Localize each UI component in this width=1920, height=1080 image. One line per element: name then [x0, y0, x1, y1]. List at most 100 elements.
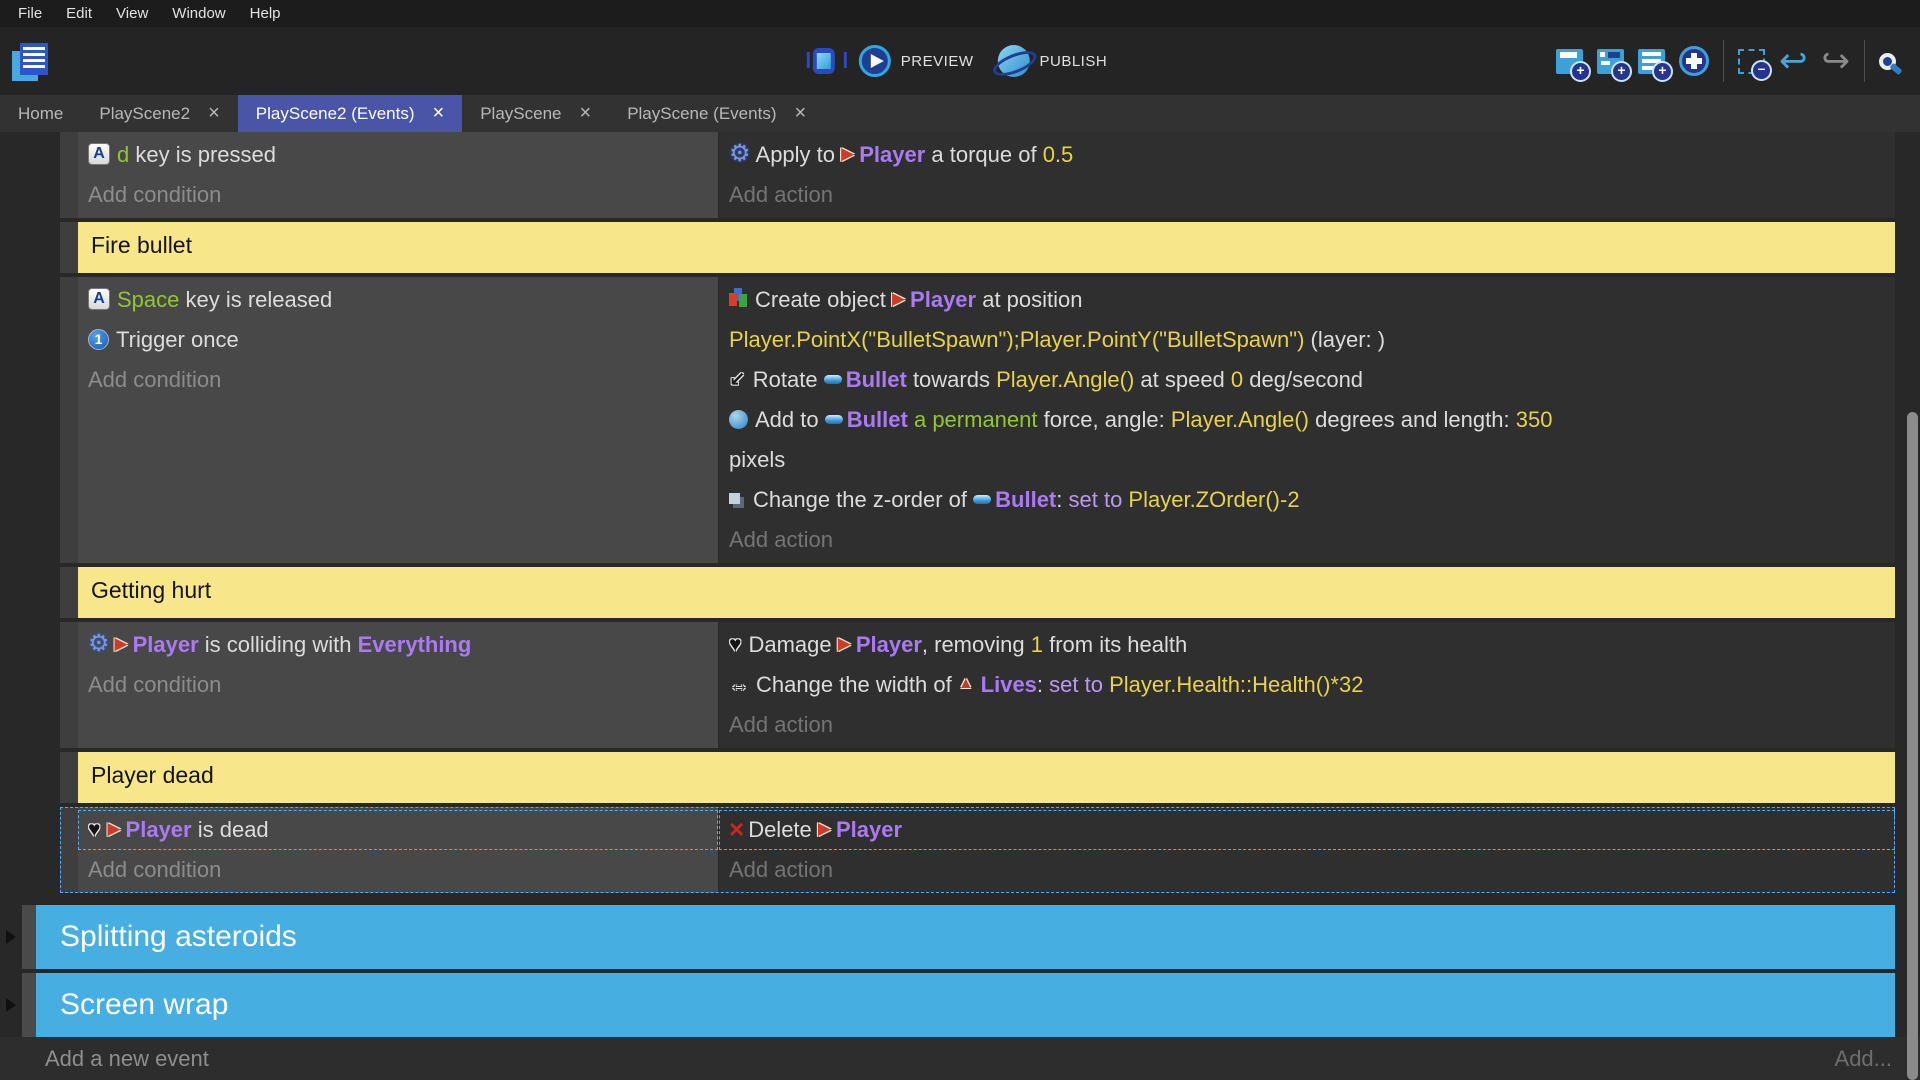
comment-text[interactable]: Player dead — [78, 752, 1895, 803]
delete-selection-icon[interactable] — [1738, 49, 1765, 74]
text-segment: Player — [126, 817, 192, 842]
tab-playscene[interactable]: PlayScene × — [462, 95, 609, 132]
condition-line[interactable]: ♥▶Player is dead — [78, 810, 718, 850]
add-subevent-icon[interactable] — [1597, 49, 1624, 74]
text-segment: key is released — [179, 287, 332, 312]
action-line[interactable]: ↙Rotate Bullet towards Player.Angle() at… — [719, 360, 1895, 400]
undo-icon[interactable]: ↩ — [1779, 46, 1808, 76]
add-comment-icon[interactable] — [1638, 49, 1665, 74]
add-condition-placeholder[interactable]: Add condition — [78, 665, 718, 705]
add-action-placeholder[interactable]: Add action — [719, 705, 1895, 745]
text-segment: Player.PointX("BulletSpawn");Player.Poin… — [729, 327, 1304, 352]
comment-getting-hurt: Getting hurt — [60, 567, 1895, 618]
publish-button[interactable]: PUBLISH — [997, 45, 1107, 77]
preview-button[interactable]: PREVIEW — [859, 45, 974, 77]
condition-line[interactable]: ⚙▶Player is colliding with Everything — [78, 625, 718, 665]
group-title[interactable]: Screen wrap — [36, 973, 1895, 1037]
add-event-icon[interactable] — [1556, 49, 1583, 74]
add-condition-placeholder[interactable]: Add condition — [78, 175, 718, 215]
group-splitting-asteroids: Splitting asteroids — [6, 905, 1895, 969]
events-sheet: Ad key is pressed Add condition ⚙Apply t… — [0, 132, 1920, 1037]
text-segment: Trigger once — [116, 327, 239, 352]
event-d-key-torque: Ad key is pressed Add condition ⚙Apply t… — [60, 132, 1895, 218]
group-drag-handle[interactable] — [22, 905, 36, 969]
action-line[interactable]: Change the z-order of Bullet: set to Pla… — [719, 480, 1895, 520]
event-drag-handle[interactable] — [60, 277, 78, 563]
event-drag-handle[interactable] — [60, 132, 78, 218]
add-action-placeholder[interactable]: Add action — [719, 850, 1895, 890]
project-manager-icon[interactable] — [12, 43, 48, 81]
menu-help[interactable]: Help — [238, 5, 293, 22]
search-icon[interactable] — [1879, 53, 1896, 70]
condition-line[interactable]: 1Trigger once — [78, 320, 718, 360]
text-segment: Player.Angle() — [1171, 407, 1309, 432]
text-segment: a permanent — [914, 407, 1038, 432]
expand-group-icon[interactable] — [6, 998, 16, 1012]
comment-text[interactable]: Fire bullet — [78, 222, 1895, 273]
group-title[interactable]: Splitting asteroids — [36, 905, 1895, 969]
vertical-scrollbar-thumb[interactable] — [1907, 412, 1918, 1080]
add-other-event-icon[interactable] — [1679, 46, 1709, 76]
delete-icon: × — [729, 818, 744, 840]
action-line[interactable]: Add to Bullet a permanent force, angle: … — [719, 400, 1895, 480]
menu-view[interactable]: View — [104, 5, 160, 22]
comment-drag-handle[interactable] — [60, 567, 78, 618]
add-button[interactable]: Add... — [1835, 1046, 1892, 1072]
tab-home[interactable]: Home — [0, 95, 81, 132]
menu-file[interactable]: File — [6, 5, 54, 22]
condition-line[interactable]: ASpace key is released — [78, 280, 718, 320]
action-line[interactable]: ×Delete ▶Player — [719, 810, 1895, 850]
tab-playscene2[interactable]: PlayScene2 × — [81, 95, 237, 132]
action-line[interactable]: ♥Damage ▶Player, removing 1 from its hea… — [719, 625, 1895, 665]
conditions-column: ⚙▶Player is colliding with Everything Ad… — [78, 622, 718, 748]
toolbar-right-group: ↩ ↪ — [1556, 40, 1920, 82]
action-line[interactable]: ↔Change the width of ▲Lives: set to Play… — [719, 665, 1895, 705]
comment-drag-handle[interactable] — [60, 222, 78, 273]
event-drag-handle[interactable] — [60, 807, 78, 893]
globe-icon — [997, 45, 1029, 77]
add-action-placeholder[interactable]: Add action — [719, 520, 1895, 560]
add-action-placeholder[interactable]: Add action — [719, 175, 1895, 215]
close-tab-icon[interactable]: × — [433, 105, 445, 122]
comment-fire-bullet: Fire bullet — [60, 222, 1895, 273]
add-condition-placeholder[interactable]: Add condition — [78, 360, 718, 400]
close-tab-icon[interactable]: × — [208, 105, 220, 122]
add-condition-placeholder[interactable]: Add condition — [78, 850, 718, 890]
comment-text[interactable]: Getting hurt — [78, 567, 1895, 618]
text-segment: is dead — [192, 817, 269, 842]
text-segment: key is pressed — [135, 142, 276, 167]
comment-drag-handle[interactable] — [60, 752, 78, 803]
tab-label: Home — [18, 104, 63, 124]
close-tab-icon[interactable]: × — [794, 105, 806, 122]
menu-edit[interactable]: Edit — [54, 5, 104, 22]
main-toolbar: PREVIEW PUBLISH ↩ ↪ — [0, 27, 1920, 95]
sheet-footer: Add a new event Add... — [0, 1037, 1920, 1080]
add-new-event-placeholder[interactable]: Add a new event — [45, 1046, 209, 1072]
condition-line[interactable]: Ad key is pressed — [78, 135, 718, 175]
tab-playscene2-events[interactable]: PlayScene2 (Events) × — [238, 95, 462, 132]
text-segment: Add to — [755, 407, 825, 432]
player-object-icon: ▶ — [818, 809, 831, 849]
tab-label: PlayScene — [480, 104, 561, 124]
close-tab-icon[interactable]: × — [580, 105, 592, 122]
action-line[interactable]: Create object ▶Player at position Player… — [719, 280, 1895, 360]
add-force-icon — [729, 410, 748, 429]
text-segment: Apply to — [756, 142, 842, 167]
tab-playscene-events[interactable]: PlayScene (Events) × — [609, 95, 824, 132]
text-segment: Lives — [981, 672, 1037, 697]
menu-window[interactable]: Window — [160, 5, 237, 22]
group-screen-wrap: Screen wrap — [6, 973, 1895, 1037]
create-object-icon — [729, 293, 737, 306]
text-segment: Change the z-order of — [753, 487, 973, 512]
debug-icon[interactable] — [813, 48, 835, 74]
event-drag-handle[interactable] — [60, 622, 78, 748]
text-segment: at speed — [1134, 367, 1231, 392]
action-line[interactable]: ⚙Apply to ▶Player a torque of 0.5 — [719, 135, 1895, 175]
text-segment: 350 — [1516, 407, 1553, 432]
redo-icon[interactable]: ↪ — [1822, 46, 1851, 76]
player-object-icon: ▶ — [841, 134, 854, 174]
actions-column: ♥Damage ▶Player, removing 1 from its hea… — [719, 622, 1895, 748]
expand-group-icon[interactable] — [6, 930, 16, 944]
group-drag-handle[interactable] — [22, 973, 36, 1037]
keyboard-key-icon: A — [88, 143, 110, 165]
